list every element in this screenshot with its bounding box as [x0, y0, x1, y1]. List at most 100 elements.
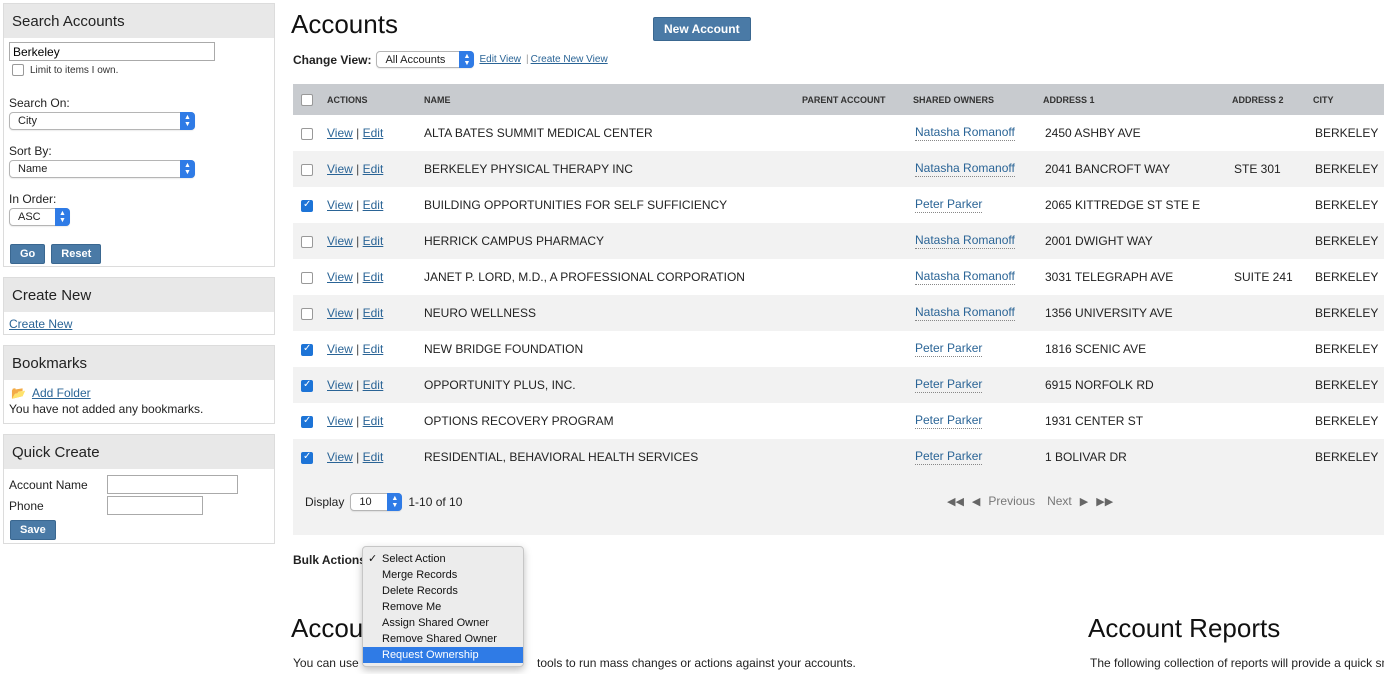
row-checkbox[interactable] [301, 126, 313, 140]
page-title: Accounts [291, 9, 398, 39]
view-link[interactable]: View [327, 234, 353, 248]
view-link[interactable]: View [327, 126, 353, 140]
account-name-input[interactable] [107, 475, 238, 494]
row-checkbox[interactable] [301, 306, 313, 320]
city: BERKELEY [1315, 414, 1379, 428]
shared-owner[interactable]: Peter Parker [915, 377, 983, 393]
shared-owner[interactable]: Natasha Romanoff [915, 125, 1015, 141]
view-link[interactable]: View [327, 414, 353, 428]
row-actions: View | Edit [327, 126, 384, 140]
next-link[interactable]: Next [1047, 494, 1072, 508]
bulk-action-option[interactable]: Assign Shared Owner [363, 615, 523, 631]
col-parent-account[interactable]: PARENT ACCOUNT [802, 95, 886, 105]
phone-input[interactable] [107, 496, 203, 515]
order-select[interactable]: ASC ▲ ▼ [9, 208, 70, 226]
new-account-button[interactable]: New Account [653, 17, 751, 41]
edit-link[interactable]: Edit [363, 126, 384, 140]
table-row: View | Edit JANET P. LORD, M.D., A PROFE… [293, 259, 1384, 295]
edit-link[interactable]: Edit [363, 234, 384, 248]
address-1: 6915 NORFOLK RD [1045, 378, 1154, 392]
view-link[interactable]: View [327, 198, 353, 212]
row-checkbox[interactable] [301, 198, 313, 212]
search-accounts-panel: Search Accounts Limit to items I own. Se… [3, 3, 275, 267]
shared-owner[interactable]: Peter Parker [915, 413, 983, 429]
last-page-icon[interactable]: ▶▶ [1096, 495, 1113, 508]
col-name[interactable]: NAME [424, 95, 451, 105]
edit-link[interactable]: Edit [363, 162, 384, 176]
first-page-icon[interactable]: ◀◀ [947, 495, 964, 508]
account-name: HERRICK CAMPUS PHARMACY [424, 234, 605, 248]
city: BERKELEY [1315, 162, 1379, 176]
edit-link[interactable]: Edit [363, 450, 384, 464]
row-checkbox[interactable] [301, 162, 313, 176]
edit-link[interactable]: Edit [363, 342, 384, 356]
shared-owner[interactable]: Natasha Romanoff [915, 305, 1015, 321]
view-link[interactable]: View [327, 378, 353, 392]
col-city[interactable]: CITY [1313, 95, 1334, 105]
address-2: SUITE 241 [1234, 270, 1293, 284]
row-checkbox[interactable] [301, 450, 313, 464]
prev-page-icon[interactable]: ◀ [972, 495, 980, 508]
account-name-label: Account Name [9, 477, 88, 492]
edit-view-link[interactable]: Edit View [479, 54, 521, 65]
select-all-checkbox[interactable] [301, 93, 313, 106]
bulk-action-option[interactable]: Request Ownership [363, 647, 523, 663]
select-arrows-icon: ▲ ▼ [387, 493, 403, 511]
edit-link[interactable]: Edit [363, 270, 384, 284]
change-view-bar: Change View: All Accounts ▲ ▼ Edit View |… [293, 51, 608, 68]
col-shared-owners[interactable]: SHARED OWNERS [913, 95, 994, 105]
add-folder-link[interactable]: Add Folder [32, 386, 91, 400]
bookmarks-empty-text: You have not added any bookmarks. [9, 402, 204, 416]
row-checkbox[interactable] [301, 414, 313, 428]
bulk-action-option[interactable]: Remove Shared Owner [363, 631, 523, 647]
search-input[interactable] [9, 42, 215, 61]
limit-own-checkbox[interactable] [12, 64, 24, 76]
edit-link[interactable]: Edit [363, 378, 384, 392]
view-link[interactable]: View [327, 162, 353, 176]
shared-owner[interactable]: Peter Parker [915, 197, 983, 213]
reset-button[interactable]: Reset [51, 244, 102, 264]
col-address-1[interactable]: ADDRESS 1 [1043, 95, 1095, 105]
edit-link[interactable]: Edit [363, 198, 384, 212]
edit-link[interactable]: Edit [363, 414, 384, 428]
change-view-label: Change View: [293, 52, 372, 67]
row-checkbox[interactable] [301, 234, 313, 248]
bulk-actions-dropdown[interactable]: Select ActionMerge RecordsDelete Records… [362, 546, 524, 667]
row-checkbox[interactable] [301, 378, 313, 392]
row-actions: View | Edit [327, 342, 384, 356]
view-link[interactable]: View [327, 342, 353, 356]
view-link[interactable]: View [327, 450, 353, 464]
view-select[interactable]: All Accounts ▲ ▼ [376, 51, 475, 68]
previous-link[interactable]: Previous [988, 494, 1035, 508]
shared-owner[interactable]: Natasha Romanoff [915, 161, 1015, 177]
shared-owner[interactable]: Natasha Romanoff [915, 269, 1015, 285]
view-link[interactable]: View [327, 270, 353, 284]
create-new-view-link[interactable]: Create New View [531, 54, 608, 65]
bulk-action-option[interactable]: Delete Records [363, 583, 523, 599]
accounts-section-text-end: tools to run mass changes or actions aga… [537, 656, 856, 670]
bulk-action-option[interactable]: Select Action [363, 551, 523, 567]
shared-owner[interactable]: Peter Parker [915, 449, 983, 465]
display-control: Display 10 ▲ ▼ 1-10 of 10 [305, 493, 462, 511]
table-row: View | Edit BUILDING OPPORTUNITIES FOR S… [293, 187, 1384, 223]
sort-by-select[interactable]: Name ▲ ▼ [9, 160, 195, 178]
shared-owner[interactable]: Peter Parker [915, 341, 983, 357]
edit-link[interactable]: Edit [363, 306, 384, 320]
bulk-action-option[interactable]: Remove Me [363, 599, 523, 615]
create-new-link[interactable]: Create New [9, 317, 72, 331]
shared-owner[interactable]: Natasha Romanoff [915, 233, 1015, 249]
table-row: View | Edit ALTA BATES SUMMIT MEDICAL CE… [293, 115, 1384, 151]
limit-own-label: Limit to items I own. [30, 64, 119, 76]
row-checkbox[interactable] [301, 342, 313, 356]
view-link[interactable]: View [327, 306, 353, 320]
bulk-action-option[interactable]: Merge Records [363, 567, 523, 583]
account-name: BUILDING OPPORTUNITIES FOR SELF SUFFICIE… [424, 198, 728, 212]
next-page-icon[interactable]: ▶ [1080, 495, 1088, 508]
display-select[interactable]: 10 ▲ ▼ [350, 493, 403, 511]
row-checkbox[interactable] [301, 270, 313, 284]
table-row: View | Edit BERKELEY PHYSICAL THERAPY IN… [293, 151, 1384, 187]
go-button[interactable]: Go [10, 244, 46, 264]
search-on-select[interactable]: City ▲ ▼ [9, 112, 195, 130]
save-button[interactable]: Save [10, 520, 56, 540]
col-address-2[interactable]: ADDRESS 2 [1232, 95, 1284, 105]
